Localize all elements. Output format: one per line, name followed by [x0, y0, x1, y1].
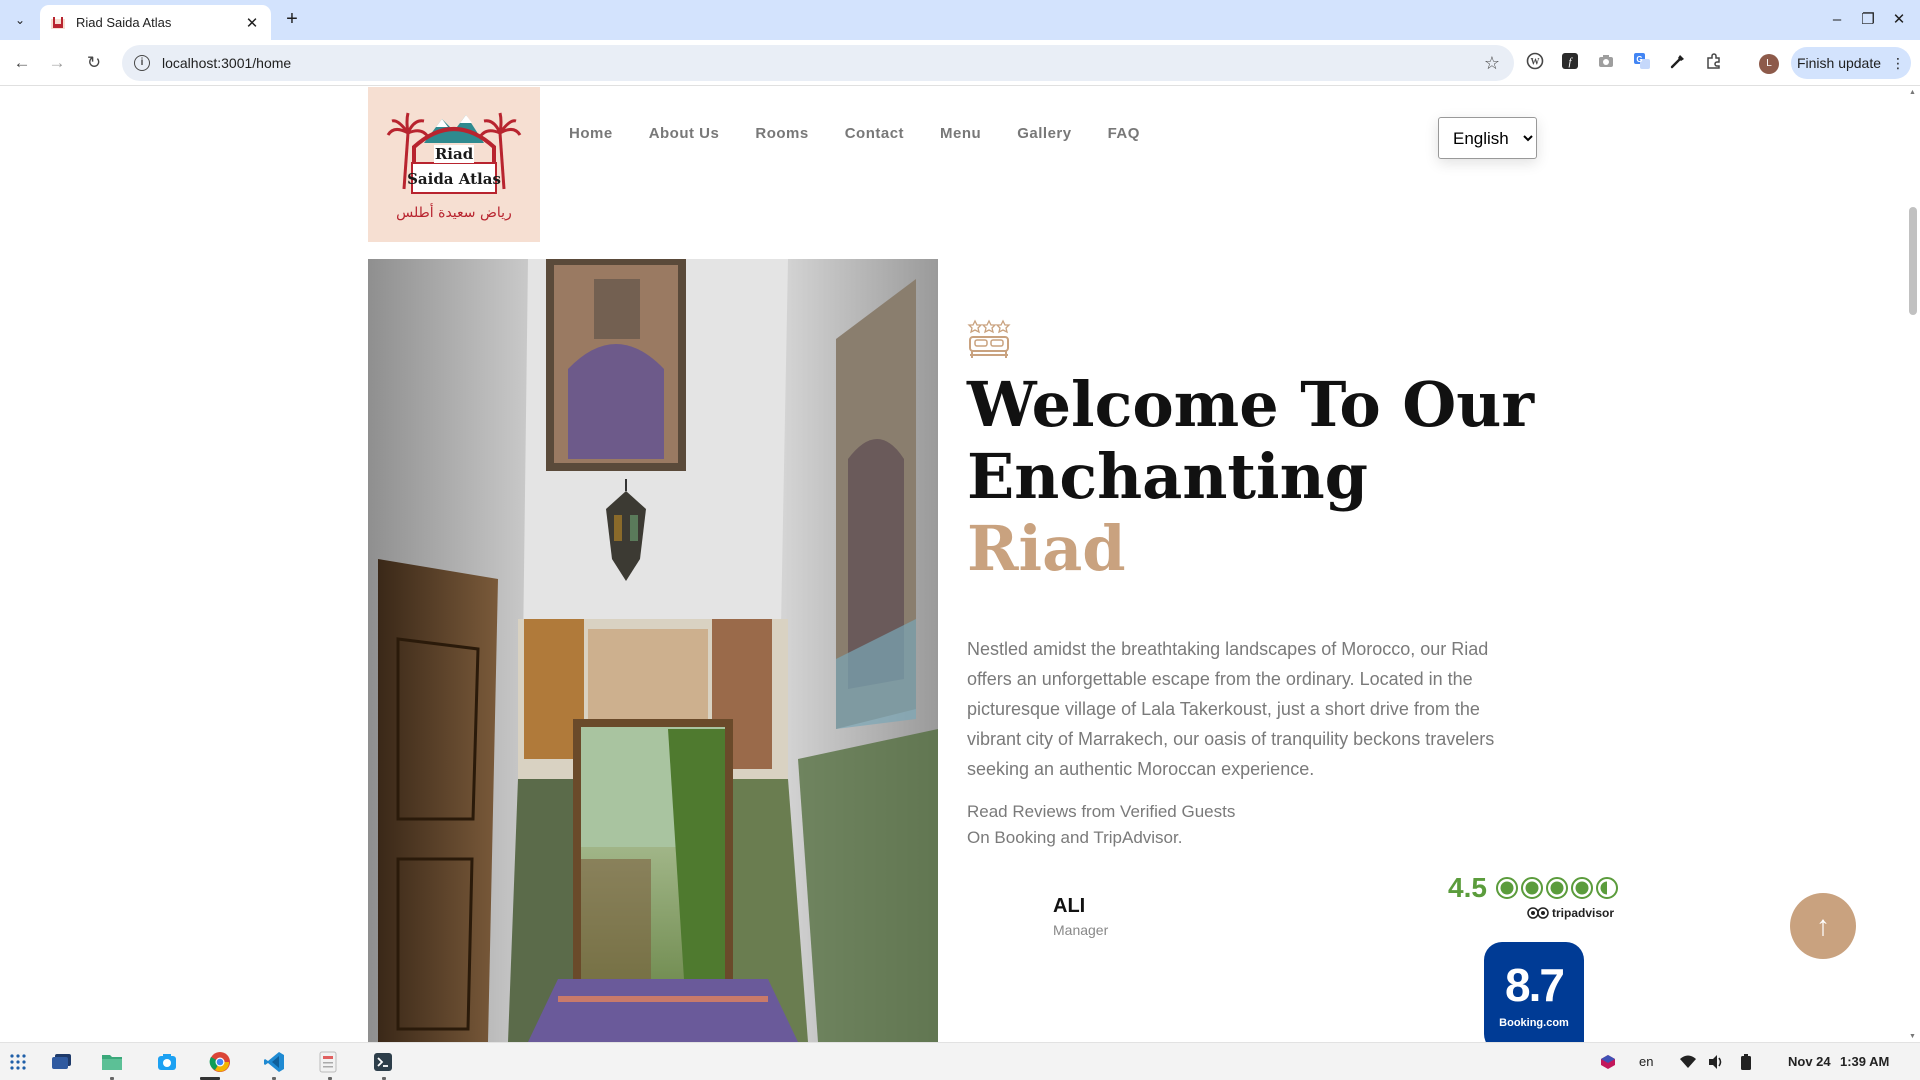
keyboard-language[interactable]: en: [1639, 1054, 1653, 1069]
heading-line-1: Welcome To Our: [967, 368, 1535, 441]
document-viewer-icon[interactable]: [316, 1050, 340, 1074]
tab-title: Riad Saida Atlas: [76, 15, 172, 30]
tripadvisor-owl-icon: [1527, 907, 1549, 919]
address-bar[interactable]: i localhost:3001/home ☆: [122, 45, 1514, 81]
camera-extension-icon[interactable]: [1595, 52, 1617, 74]
scroll-thumb[interactable]: [1909, 207, 1917, 315]
reload-icon[interactable]: ↻: [82, 51, 106, 75]
taskbar-time[interactable]: 1:39 AM: [1840, 1054, 1889, 1069]
svg-text:W: W: [1531, 57, 1540, 67]
finish-update-button[interactable]: Finish update ⋮: [1791, 47, 1911, 79]
tripadvisor-bubbles-icon: [1495, 877, 1618, 899]
restore-icon[interactable]: ❐: [1853, 8, 1883, 32]
welcome-heading: Welcome To Our Enchanting Riad: [967, 369, 1607, 585]
file-manager-icon[interactable]: [100, 1050, 124, 1074]
font-extension-icon[interactable]: f: [1559, 52, 1581, 74]
reviews-note-line-2: On Booking and TripAdvisor.: [967, 828, 1183, 847]
tray-app-cube-icon[interactable]: [1596, 1050, 1620, 1074]
site-navigation: Home About Us Rooms Contact Menu Gallery…: [569, 125, 1140, 142]
site-logo[interactable]: Riad Saida Atlas رياض سعيدة أطلس: [368, 87, 540, 242]
desktop-switcher-icon[interactable]: [50, 1050, 74, 1074]
bookmark-star-icon[interactable]: ☆: [1484, 53, 1500, 74]
wordpress-extension-icon[interactable]: W: [1524, 52, 1546, 74]
booking-rating-badge[interactable]: 8.7 Booking.com: [1484, 942, 1584, 1042]
os-taskbar: en Nov 24 1:39 AM: [0, 1042, 1920, 1080]
forward-arrow-icon[interactable]: →: [45, 51, 69, 75]
reviews-note-line-1: Read Reviews from Verified Guests: [967, 802, 1236, 821]
app-launcher-grid-icon[interactable]: [6, 1050, 30, 1074]
extensions-puzzle-icon[interactable]: [1703, 52, 1725, 74]
logo-title-main: Saida Atlas: [407, 170, 501, 188]
close-window-icon[interactable]: ✕: [1884, 8, 1914, 32]
tripadvisor-score: 4.5: [1448, 872, 1487, 903]
site-info-icon[interactable]: i: [134, 55, 150, 71]
reviewer-role: Manager: [1053, 922, 1109, 938]
arrow-up-icon: ↑: [1816, 910, 1830, 941]
wifi-icon[interactable]: [1676, 1050, 1700, 1074]
nav-rooms[interactable]: Rooms: [755, 125, 808, 142]
riad-corridor-photo: [368, 259, 938, 1042]
close-tab-icon[interactable]: ✕: [243, 14, 261, 32]
heading-accent: Riad: [967, 512, 1126, 585]
nav-contact[interactable]: Contact: [845, 125, 904, 142]
more-vert-icon: ⋮: [1891, 54, 1906, 71]
bed-stars-icon: [967, 317, 1011, 366]
page-viewport: Riad Saida Atlas رياض سعيدة أطلس Home Ab…: [0, 87, 1920, 1042]
taskbar-date[interactable]: Nov 24: [1788, 1054, 1831, 1069]
booking-score: 8.7: [1505, 959, 1565, 1011]
terminal-icon[interactable]: [371, 1050, 395, 1074]
volume-icon[interactable]: [1704, 1050, 1728, 1074]
tripadvisor-rating[interactable]: 4.5: [1448, 872, 1621, 904]
back-to-top-button[interactable]: ↑: [1790, 893, 1856, 959]
battery-icon[interactable]: [1734, 1050, 1758, 1074]
nav-gallery[interactable]: Gallery: [1017, 125, 1071, 142]
logo-title-top: Riad: [435, 145, 474, 163]
riad-description: Nestled amidst the breathtaking landscap…: [967, 639, 1495, 779]
logo-arabic-text: رياض سعيدة أطلس: [396, 203, 512, 221]
finish-update-label: Finish update: [1796, 55, 1882, 71]
minimize-icon[interactable]: –: [1822, 8, 1852, 32]
browser-tab[interactable]: Riad Saida Atlas ✕: [40, 5, 271, 40]
booking-brand: Booking.com: [1499, 1017, 1569, 1029]
reviews-note: Read Reviews from Verified Guests On Boo…: [967, 799, 1235, 851]
chrome-browser-icon[interactable]: [208, 1050, 232, 1074]
tripadvisor-logo: tripadvisor: [1527, 906, 1614, 920]
eyedropper-extension-icon[interactable]: [1667, 52, 1689, 74]
profile-avatar[interactable]: L: [1759, 54, 1779, 74]
new-tab-plus-icon[interactable]: +: [280, 8, 304, 32]
language-select[interactable]: English: [1438, 117, 1537, 159]
url-text[interactable]: localhost:3001/home: [162, 55, 1484, 71]
nav-menu[interactable]: Menu: [940, 125, 981, 142]
site-favicon-icon: [50, 15, 66, 31]
scroll-down-arrow-icon[interactable]: ▼: [1909, 1033, 1916, 1040]
back-arrow-icon[interactable]: ←: [10, 51, 34, 75]
tab-search-chevron-icon[interactable]: ⌄: [8, 8, 32, 32]
vscode-icon[interactable]: [262, 1050, 286, 1074]
svg-text:G: G: [1636, 55, 1642, 64]
tripadvisor-brand-text: tripadvisor: [1552, 906, 1615, 920]
nav-home[interactable]: Home: [569, 125, 613, 142]
screenshot-app-icon[interactable]: [155, 1050, 179, 1074]
browser-tab-bar: ⌄ Riad Saida Atlas ✕ + – ❐ ✕: [0, 0, 1920, 40]
translate-extension-icon[interactable]: G: [1631, 52, 1653, 74]
nav-about-us[interactable]: About Us: [649, 125, 720, 142]
page-scrollbar[interactable]: ▲ ▼: [1906, 87, 1920, 1042]
reviewer-name: ALI: [1053, 895, 1086, 917]
browser-toolbar: ← → ↻ i localhost:3001/home ☆ W f G L Fi…: [0, 40, 1920, 86]
scroll-up-arrow-icon[interactable]: ▲: [1909, 89, 1916, 96]
heading-line-2: Enchanting: [967, 440, 1369, 513]
nav-faq[interactable]: FAQ: [1108, 125, 1140, 142]
